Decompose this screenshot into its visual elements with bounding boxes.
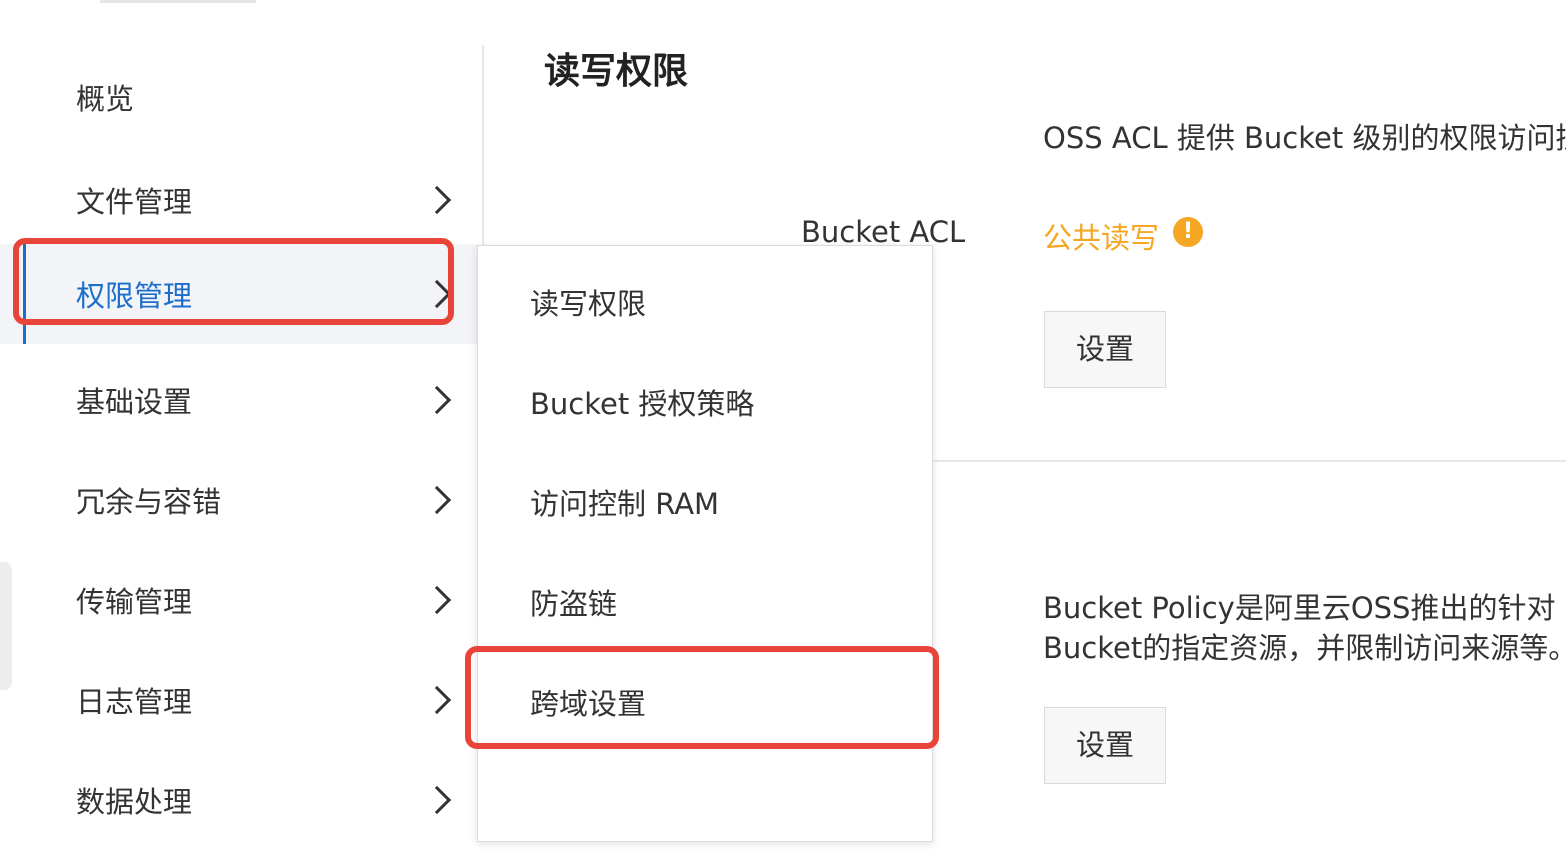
policy-description-line: Bucket Policy是阿里云OSS推出的针对 (1043, 591, 1556, 625)
sidebar-item-label: 权限管理 (76, 279, 193, 313)
acl-settings-button[interactable]: 设置 (1044, 311, 1166, 388)
sidebar-item-label: 数据处理 (76, 785, 193, 819)
permission-submenu: 读写权限 Bucket 授权策略 访问控制 RAM 防盗链 跨域设置 (477, 245, 933, 842)
policy-settings-button[interactable]: 设置 (1044, 707, 1166, 784)
sidebar-item-label: 基础设置 (76, 385, 193, 419)
submenu-item-label: 访问控制 RAM (530, 487, 720, 521)
sidebar-item-label: 日志管理 (76, 685, 193, 719)
sidebar-nav: 概览 文件管理 权限管理 基础设置 冗余与容错 传输管理 日志管理 数据处理 (0, 0, 482, 840)
sidebar-item-basic-settings[interactable]: 基础设置 (0, 350, 478, 450)
submenu-item-read-write-permission[interactable]: 读写权限 (478, 252, 930, 352)
chevron-right-icon (422, 485, 452, 515)
submenu-item-cors-settings[interactable]: 跨域设置 (478, 652, 930, 752)
page-title: 读写权限 (544, 51, 689, 92)
submenu-item-hotlink-protection[interactable]: 防盗链 (478, 552, 930, 652)
chevron-right-icon (422, 279, 452, 309)
submenu-item-access-control-ram[interactable]: 访问控制 RAM (478, 452, 930, 552)
chevron-right-icon (422, 685, 452, 715)
sidebar-item-transfer-management[interactable]: 传输管理 (0, 550, 478, 650)
sidebar-item-label: 文件管理 (76, 185, 193, 219)
exclamation-circle-icon[interactable]: ! (1173, 217, 1203, 247)
bucket-policy-description: Bucket Policy是阿里云OSS推出的针对 Bucket的指定资源，并限… (1043, 588, 1566, 668)
bucket-acl-label: Bucket ACL (801, 215, 966, 249)
acl-description: OSS ACL 提供 Bucket 级别的权限访问控 (1043, 121, 1566, 155)
sidebar-item-label: 传输管理 (76, 585, 193, 619)
submenu-item-label: 跨域设置 (530, 687, 647, 721)
sidebar-item-data-processing[interactable]: 数据处理 (0, 750, 478, 850)
sidebar-item-file-management[interactable]: 文件管理 (0, 150, 478, 250)
sidebar-item-label: 冗余与容错 (76, 485, 222, 519)
section-divider (930, 460, 1566, 462)
submenu-item-label: Bucket 授权策略 (530, 387, 755, 421)
submenu-item-label: 防盗链 (530, 587, 618, 621)
chevron-right-icon (422, 785, 452, 815)
chevron-right-icon (422, 185, 452, 215)
chevron-right-icon (422, 585, 452, 615)
chevron-right-icon (422, 385, 452, 415)
bucket-acl-value: 公共读写 (1043, 221, 1160, 255)
sidebar-item-label: 概览 (76, 82, 135, 116)
sidebar-item-overview[interactable]: 概览 (0, 47, 478, 147)
submenu-item-label: 读写权限 (530, 287, 647, 321)
submenu-item-bucket-policy[interactable]: Bucket 授权策略 (478, 352, 930, 452)
policy-description-line: Bucket的指定资源，并限制访问来源等。 (1043, 631, 1566, 665)
sidebar-item-log-management[interactable]: 日志管理 (0, 650, 478, 750)
sidebar-item-redundancy[interactable]: 冗余与容错 (0, 450, 478, 550)
sidebar-item-permission-management[interactable]: 权限管理 (0, 244, 478, 344)
